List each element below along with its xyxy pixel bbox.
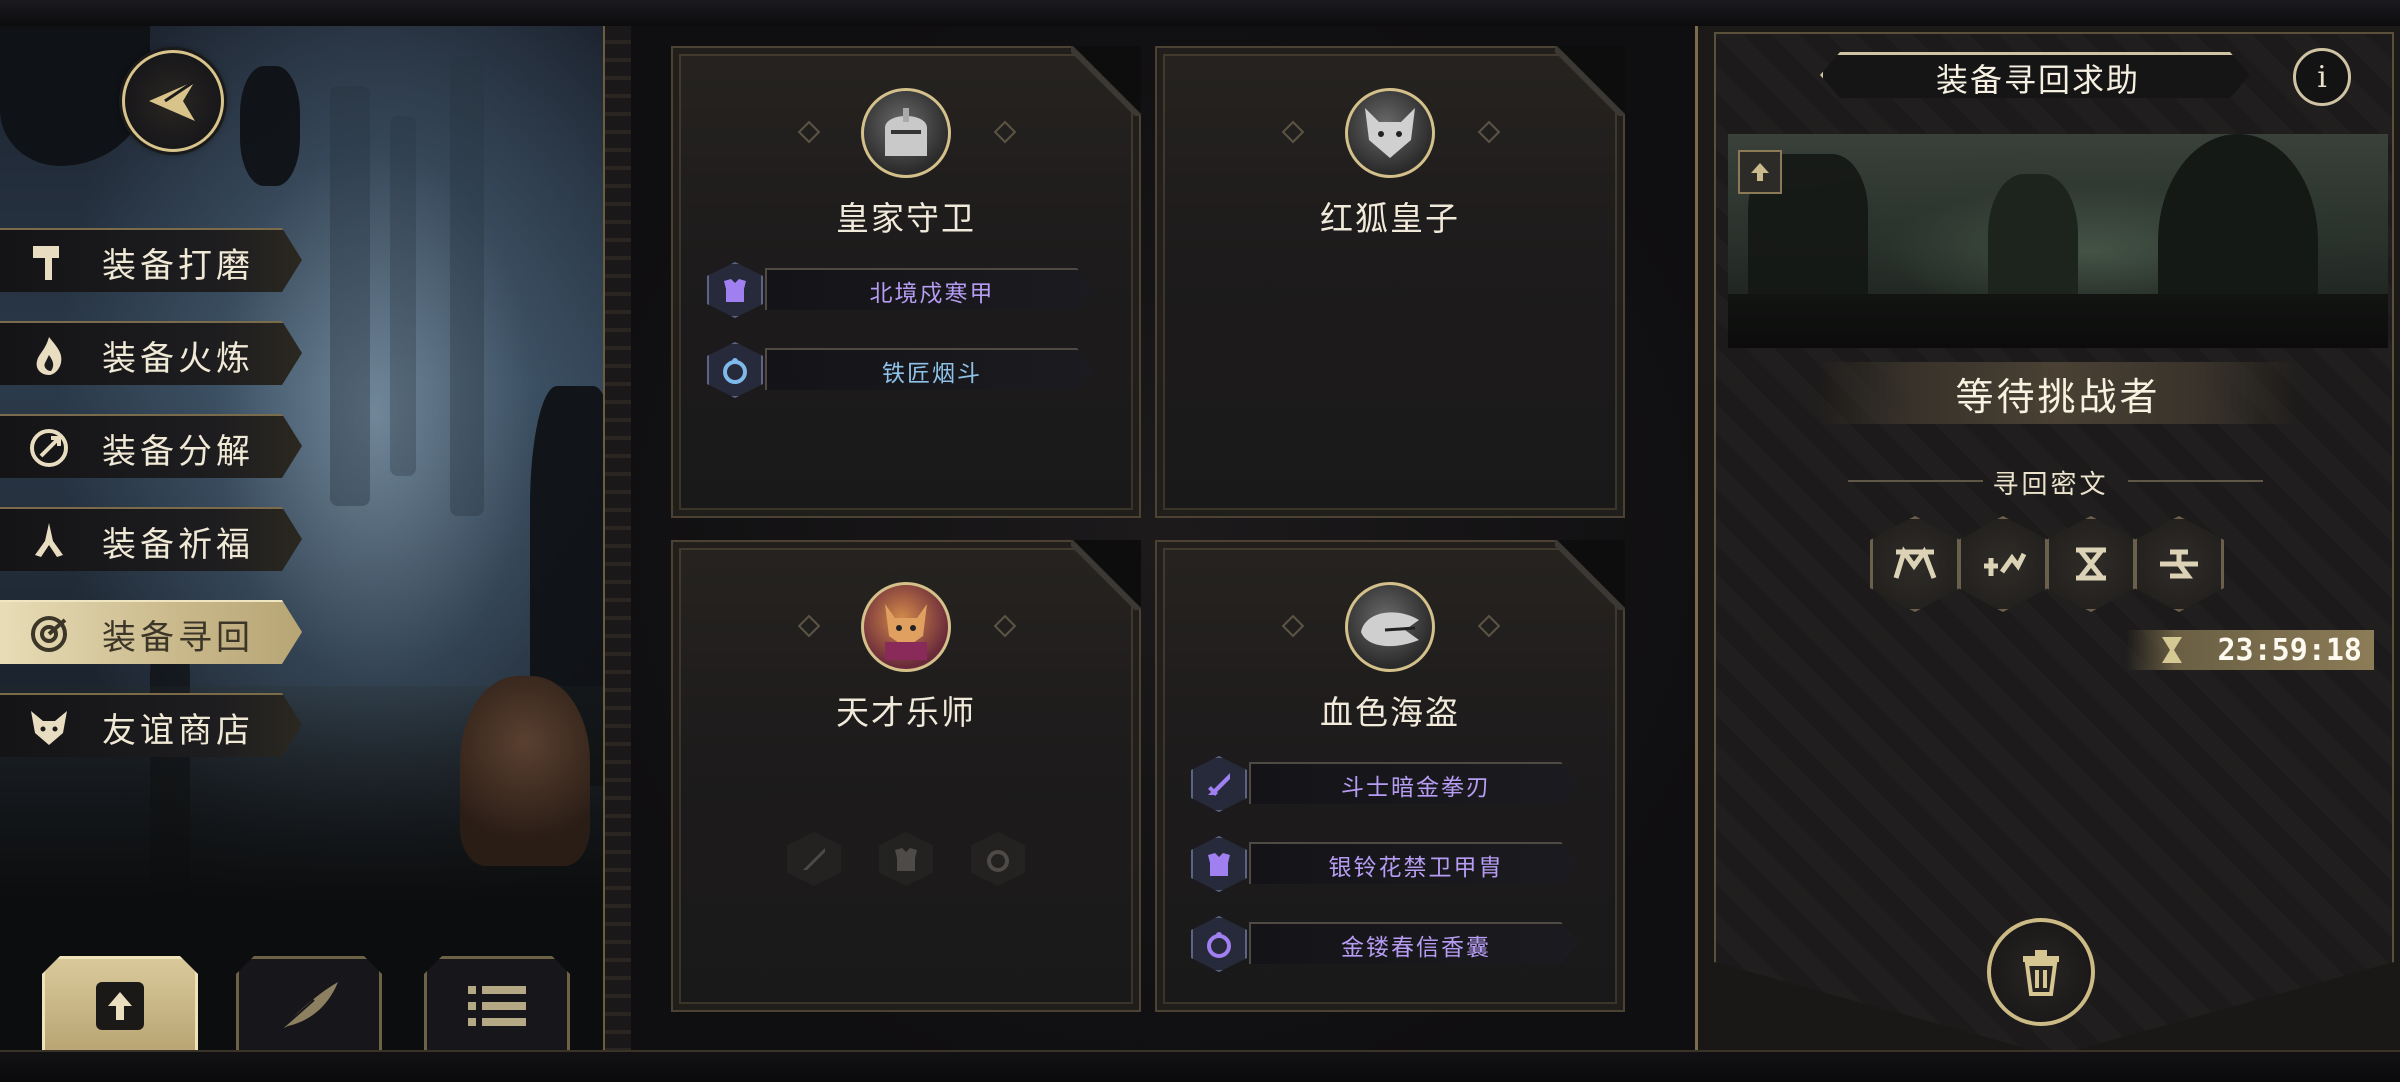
character-card-red-fox-prince[interactable]: 红狐皇子 xyxy=(1155,46,1625,518)
diamond-ornament xyxy=(1477,120,1501,144)
upload-icon xyxy=(88,974,152,1038)
character-card-royal-guard[interactable]: 皇家守卫 北境戍寒甲 铁匠烟斗 xyxy=(671,46,1141,518)
beaver-character xyxy=(460,676,590,866)
info-button[interactable]: i xyxy=(2293,48,2351,106)
red-fox-prince-portrait xyxy=(1345,88,1435,178)
tab-list[interactable] xyxy=(424,956,570,1053)
list-icon xyxy=(462,976,532,1036)
menu-label: 友谊商店 xyxy=(102,710,254,751)
menu-label: 装备打磨 xyxy=(102,245,254,286)
armor-slot-icon xyxy=(879,832,933,886)
ring-icon xyxy=(1191,916,1247,972)
equipment-name: 铁匠烟斗 xyxy=(765,348,1095,390)
menu-item-friendship-shop[interactable]: 友谊商店 xyxy=(0,693,302,757)
menu-item-bless[interactable]: 装备祈福 xyxy=(0,507,302,571)
menu-label: 装备寻回 xyxy=(102,617,254,658)
diamond-ornament xyxy=(797,614,821,638)
character-name: 皇家守卫 xyxy=(836,199,976,238)
trash-button[interactable] xyxy=(1987,918,2095,1026)
diamond-ornament xyxy=(1281,120,1305,144)
menu-item-retrieve[interactable]: 装备寻回 xyxy=(0,600,302,664)
equipment-row[interactable]: 北境戍寒甲 xyxy=(707,262,1107,318)
equipment-row[interactable]: 银铃花禁卫甲胄 xyxy=(1191,836,1591,892)
equipment-row[interactable]: 斗士暗金拳刃 xyxy=(1191,756,1591,812)
panel-title: 装备寻回求助 xyxy=(1820,52,2250,98)
diamond-ornament xyxy=(797,120,821,144)
character-name: 天才乐师 xyxy=(836,693,976,732)
armor-icon xyxy=(1191,836,1247,892)
menu-label: 装备分解 xyxy=(102,431,254,472)
royal-guard-portrait xyxy=(861,88,951,178)
equipment-row[interactable]: 金镂春信香囊 xyxy=(1191,916,1591,972)
tab-feather[interactable] xyxy=(236,956,382,1053)
tab-upload[interactable] xyxy=(42,956,198,1053)
card-corner-fold xyxy=(1071,540,1141,610)
cipher-title: 寻回密文 xyxy=(1992,470,2109,500)
timer-value: 23:59:18 xyxy=(2217,632,2363,668)
feather-icon xyxy=(274,976,344,1036)
diamond-ornament xyxy=(993,120,1017,144)
armor-icon xyxy=(707,262,763,318)
card-corner-fold xyxy=(1555,46,1625,116)
hammer-icon xyxy=(20,233,78,291)
pray-hands-icon xyxy=(20,512,78,570)
menu-item-dismantle[interactable]: 装备分解 xyxy=(0,414,302,478)
dismantle-icon xyxy=(20,419,78,477)
fox-icon xyxy=(20,698,78,756)
diamond-ornament xyxy=(1477,614,1501,638)
character-card-crimson-pirate[interactable]: 血色海盗 斗士暗金拳刃 银铃花禁卫甲胄 金镂春信香囊 xyxy=(1155,540,1625,1012)
upload-icon[interactable] xyxy=(1738,150,1782,194)
stage-thumbnail xyxy=(1728,134,2388,348)
status-banner: 等待挑战者 xyxy=(1818,362,2298,424)
equipment-row[interactable]: 铁匠烟斗 xyxy=(707,342,1107,398)
back-arrow-icon xyxy=(149,79,196,121)
trash-icon xyxy=(2023,950,2059,996)
menu-label: 装备祈福 xyxy=(102,524,254,565)
crimson-pirate-portrait xyxy=(1345,582,1435,672)
equipment-name: 斗士暗金拳刃 xyxy=(1249,762,1579,804)
top-rail xyxy=(0,0,2400,28)
back-button[interactable] xyxy=(122,50,224,152)
retrieve-help-panel: 装备寻回求助 i 等待挑战者 寻回密文 23:59:18 xyxy=(1695,26,2400,1056)
menu-item-forge[interactable]: 装备火炼 xyxy=(0,321,302,385)
card-corner-fold xyxy=(1555,540,1625,610)
character-name: 红狐皇子 xyxy=(1320,199,1460,238)
character-name: 血色海盗 xyxy=(1320,693,1460,732)
character-card-genius-musician[interactable]: 天才乐师 xyxy=(671,540,1141,1012)
menu-label: 装备火炼 xyxy=(102,338,254,379)
diamond-ornament xyxy=(1281,614,1305,638)
genius-musician-portrait xyxy=(861,582,951,672)
flame-icon xyxy=(20,326,78,384)
sword-slot-icon xyxy=(787,832,841,886)
ring-slot-icon xyxy=(971,832,1025,886)
menu-item-polish[interactable]: 装备打磨 xyxy=(0,228,302,292)
ring-icon xyxy=(707,342,763,398)
equipment-name: 银铃花禁卫甲胄 xyxy=(1249,842,1579,884)
card-corner-fold xyxy=(1071,46,1141,116)
countdown-timer: 23:59:18 xyxy=(2126,630,2374,670)
diamond-ornament xyxy=(993,614,1017,638)
equipment-name: 金镂春信香囊 xyxy=(1249,922,1579,964)
equipment-name: 北境戍寒甲 xyxy=(765,268,1095,310)
sword-icon xyxy=(1191,756,1247,812)
hourglass-icon xyxy=(2162,637,2182,663)
bottom-rail xyxy=(0,1050,2400,1082)
retrieve-icon xyxy=(20,605,78,663)
challenger-grid: 皇家守卫 北境戍寒甲 铁匠烟斗 红狐皇子 天才乐师 血色海盗 斗士暗金拳刃 银铃… xyxy=(631,26,1695,1050)
